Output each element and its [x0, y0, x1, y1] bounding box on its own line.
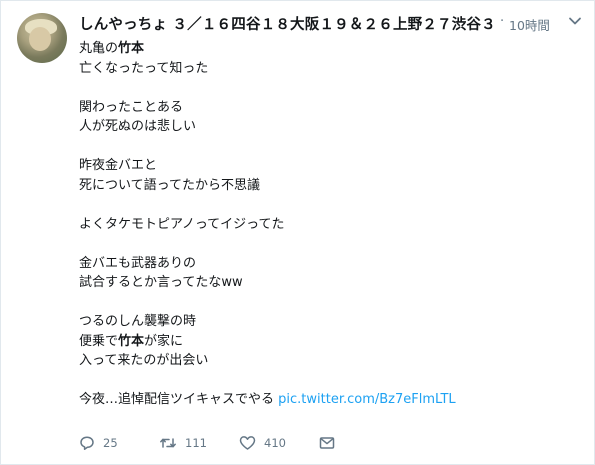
text-line: 関わったことある	[79, 99, 184, 115]
tweet-timestamp[interactable]: 10時間	[509, 15, 550, 34]
text-line: 死について語ってたから不思議	[79, 177, 260, 193]
like-button[interactable]: 410	[239, 433, 286, 453]
highlight-word: 竹本	[118, 333, 145, 349]
retweet-icon	[159, 435, 177, 451]
avatar-face	[29, 27, 51, 51]
text-line: 試合するとか言ってたなww	[79, 275, 243, 290]
tweet-header: しんやっちょ ３／１６四谷１８大阪１９＆２６上野２７渋谷３... · 10時間	[79, 13, 584, 35]
like-count: 410	[264, 436, 286, 450]
text-line: 人が死ぬのは悲しい	[79, 119, 197, 134]
reply-count: 25	[103, 436, 118, 450]
text-line: 丸亀の竹本	[79, 41, 145, 56]
heart-icon	[239, 435, 256, 451]
tweet-actions: 25 111 410	[79, 433, 379, 453]
text-line: 金バエも武器ありの	[79, 255, 197, 271]
text-line: 今夜…追悼配信ツイキャスでやる pic.twitter.com/Bz7eFlmL…	[79, 392, 456, 407]
text-line: つるのしん襲撃の時	[79, 314, 197, 329]
text-line: 昨夜金バエと	[79, 158, 158, 173]
envelope-icon	[319, 435, 335, 451]
text-line: よくタケモトピアノってイジってた	[79, 216, 285, 232]
reply-button[interactable]: 25	[79, 433, 118, 453]
direct-message-button[interactable]	[319, 433, 335, 453]
time-separator: ·	[500, 14, 505, 29]
text-line: 入って来たのが出会い	[79, 353, 209, 368]
tweet-card[interactable]: しんやっちょ ３／１６四谷１８大阪１９＆２６上野２７渋谷３... · 10時間 …	[0, 0, 595, 465]
tweet-text: 丸亀の竹本 亡くなったって知った 関わったことある 人が死ぬのは悲しい 昨夜金バ…	[79, 39, 579, 410]
display-name[interactable]: しんやっちょ ３／１６四谷１８大阪１９＆２６上野２７渋谷３...	[79, 13, 494, 34]
retweet-count: 111	[185, 436, 207, 450]
highlight-word: 竹本	[118, 41, 145, 56]
media-link[interactable]: pic.twitter.com/Bz7eFlmLTL	[278, 392, 456, 407]
chevron-down-icon[interactable]	[568, 13, 582, 27]
reply-icon	[79, 435, 95, 451]
text-line: 亡くなったって知った	[79, 60, 209, 76]
avatar[interactable]	[17, 13, 67, 63]
retweet-button[interactable]: 111	[159, 433, 207, 453]
text-line: 便乗で竹本が家に	[79, 333, 184, 349]
